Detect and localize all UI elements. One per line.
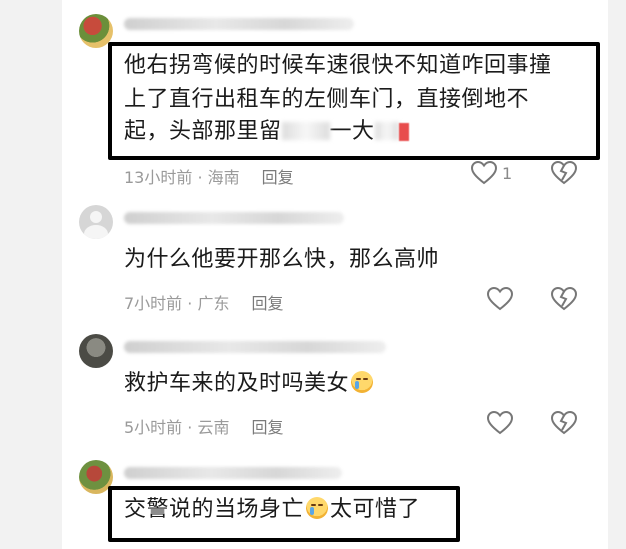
avatar[interactable] xyxy=(79,205,113,239)
broken-heart-icon[interactable] xyxy=(550,160,578,186)
tear-drop xyxy=(355,381,360,389)
timestamp: 5小时前 xyxy=(124,418,183,437)
timestamp: 7小时前 xyxy=(124,294,183,313)
heart-outline-icon[interactable] xyxy=(470,160,498,186)
comment-text-line: 他右拐弯候的时候车速很快不知道咋回事撞 xyxy=(124,53,552,78)
comment-meta: 5小时前 · 云南 回复 xyxy=(124,418,284,437)
heart-outline-icon[interactable] xyxy=(486,410,514,436)
heart-outline-icon[interactable] xyxy=(486,286,514,312)
comment-text: 救护车来的及时吗美女 xyxy=(124,368,375,400)
comment-meta: 13小时前 · 海南 回复 xyxy=(124,168,294,187)
blurred-text xyxy=(281,122,330,140)
blurred-username xyxy=(124,467,342,479)
comment-text-fragment: 交警说的当场身亡 xyxy=(124,497,305,522)
region: 云南 xyxy=(197,418,230,437)
crying-emoji-icon xyxy=(351,371,374,393)
tear-drop xyxy=(310,507,315,515)
like-count: 1 xyxy=(502,164,513,183)
broken-heart-icon[interactable] xyxy=(550,410,578,436)
comment-text-fragment: 救护车来的及时吗美女 xyxy=(124,371,350,396)
comment-text-fragment: 起，头部那里留 xyxy=(124,119,282,144)
red-mark xyxy=(398,123,409,141)
comment-text: 为什么他要开那么快，那么高帅 xyxy=(124,247,440,272)
blurred-username xyxy=(124,212,344,224)
comment-text-line: 起，头部那里留 一大 xyxy=(124,116,409,148)
blurred-username xyxy=(124,18,354,30)
timestamp: 13小时前 xyxy=(124,168,193,187)
comment-text: 交警说的当场身亡 太可惜了 xyxy=(124,494,420,526)
region: 广东 xyxy=(197,294,230,313)
reply-button[interactable]: 回复 xyxy=(262,168,294,187)
region: 海南 xyxy=(207,168,240,187)
broken-heart-icon[interactable] xyxy=(550,286,578,312)
blurred-username xyxy=(124,341,386,353)
comment-text-line: 上了直行出租车的左侧车门，直接倒地不 xyxy=(124,87,530,112)
crying-emoji-icon xyxy=(306,497,329,519)
comment-text-fragment: 一大 xyxy=(329,119,375,144)
comment-text-fragment: 太可惜了 xyxy=(330,497,421,522)
reply-button[interactable]: 回复 xyxy=(251,418,283,437)
reply-button[interactable]: 回复 xyxy=(251,294,283,313)
comment-meta: 7小时前 · 广东 回复 xyxy=(124,294,284,313)
blurred-text xyxy=(374,122,399,140)
avatar[interactable] xyxy=(79,334,113,368)
